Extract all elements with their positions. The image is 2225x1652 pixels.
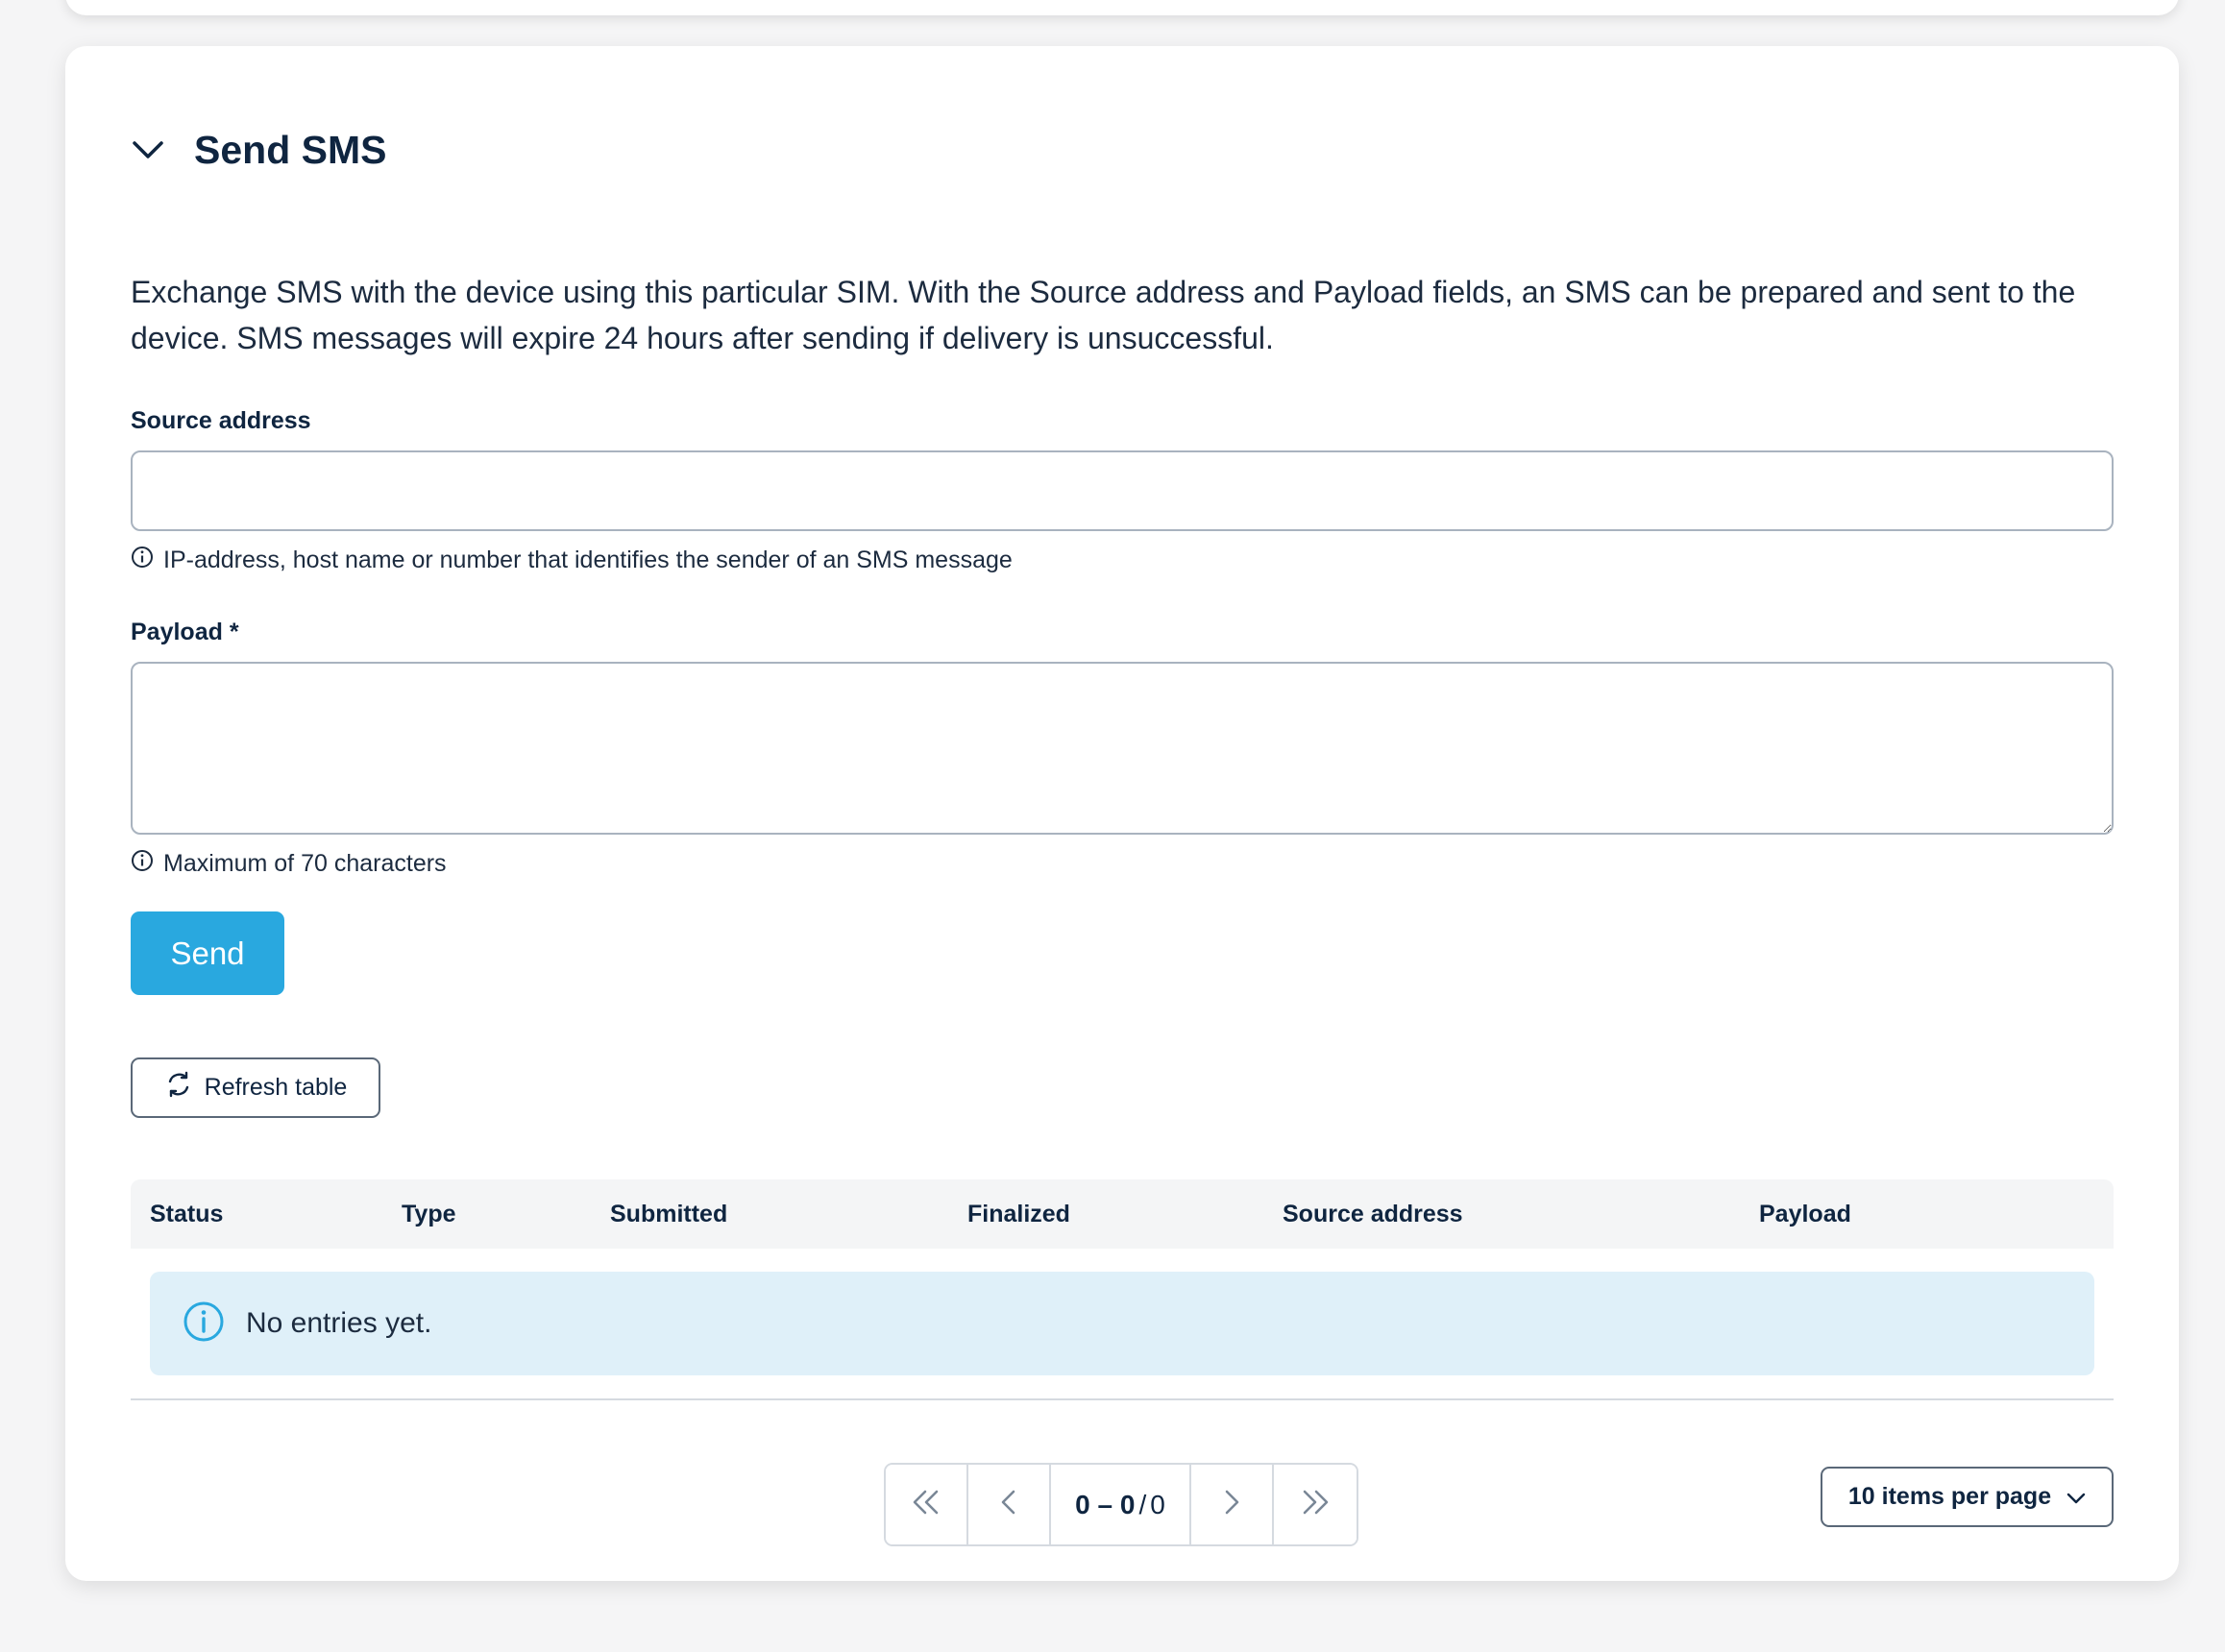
empty-state-text: No entries yet. bbox=[246, 1307, 432, 1339]
payload-label: Payload * bbox=[131, 619, 239, 645]
section-title: Send SMS bbox=[194, 127, 387, 172]
column-header-type[interactable]: Type bbox=[402, 1179, 456, 1249]
items-per-page-label: 10 items per page bbox=[1847, 1483, 2052, 1510]
source-address-input[interactable] bbox=[131, 450, 2114, 531]
previous-page-button[interactable] bbox=[968, 1465, 1051, 1544]
column-header-source-address[interactable]: Source address bbox=[1283, 1179, 1463, 1249]
table-divider bbox=[131, 1398, 2114, 1400]
send-button[interactable]: Send bbox=[131, 911, 284, 995]
source-address-hint: IP-address, host name or number that ide… bbox=[131, 546, 1013, 575]
page-range-start-end: 0 – 0 bbox=[1075, 1489, 1136, 1519]
page-range-separator: / bbox=[1138, 1489, 1147, 1519]
previous-card bbox=[65, 0, 2179, 15]
chevron-down-icon[interactable] bbox=[131, 133, 165, 167]
refresh-icon bbox=[164, 1070, 193, 1105]
column-header-submitted[interactable]: Submitted bbox=[610, 1179, 727, 1249]
info-icon bbox=[131, 546, 154, 575]
table-header: Status Type Submitted Finalized Source a… bbox=[131, 1179, 2114, 1249]
items-per-page-select[interactable]: 10 items per page bbox=[1821, 1467, 2114, 1527]
payload-hint-text: Maximum of 70 characters bbox=[163, 850, 447, 877]
double-chevron-left-icon bbox=[910, 1489, 942, 1520]
column-header-status[interactable]: Status bbox=[150, 1179, 223, 1249]
chevron-down-icon bbox=[2066, 1483, 2086, 1511]
first-page-button[interactable] bbox=[886, 1465, 968, 1544]
chevron-right-icon bbox=[1222, 1489, 1241, 1520]
send-sms-card: Send SMS Exchange SMS with the device us… bbox=[65, 46, 2179, 1581]
payload-hint: Maximum of 70 characters bbox=[131, 849, 447, 879]
payload-textarea[interactable] bbox=[131, 662, 2114, 835]
chevron-left-icon bbox=[999, 1489, 1018, 1520]
column-header-payload[interactable]: Payload bbox=[1759, 1179, 1851, 1249]
refresh-table-label: Refresh table bbox=[204, 1074, 348, 1101]
page-range-total: 0 bbox=[1150, 1489, 1165, 1519]
info-icon bbox=[183, 1300, 225, 1348]
double-chevron-right-icon bbox=[1299, 1489, 1332, 1520]
source-address-label: Source address bbox=[131, 407, 311, 434]
section-description: Exchange SMS with the device using this … bbox=[131, 275, 2076, 355]
pagination: 0 – 0 / 0 bbox=[884, 1463, 1358, 1546]
column-header-finalized[interactable]: Finalized bbox=[967, 1179, 1070, 1249]
last-page-button[interactable] bbox=[1274, 1465, 1357, 1544]
source-address-hint-text: IP-address, host name or number that ide… bbox=[163, 547, 1013, 573]
next-page-button[interactable] bbox=[1191, 1465, 1274, 1544]
page-range: 0 – 0 / 0 bbox=[1051, 1465, 1191, 1544]
empty-state-notice: No entries yet. bbox=[150, 1272, 2094, 1375]
refresh-table-button[interactable]: Refresh table bbox=[131, 1057, 380, 1118]
info-icon bbox=[131, 849, 154, 879]
section-header[interactable]: Send SMS bbox=[131, 113, 386, 186]
